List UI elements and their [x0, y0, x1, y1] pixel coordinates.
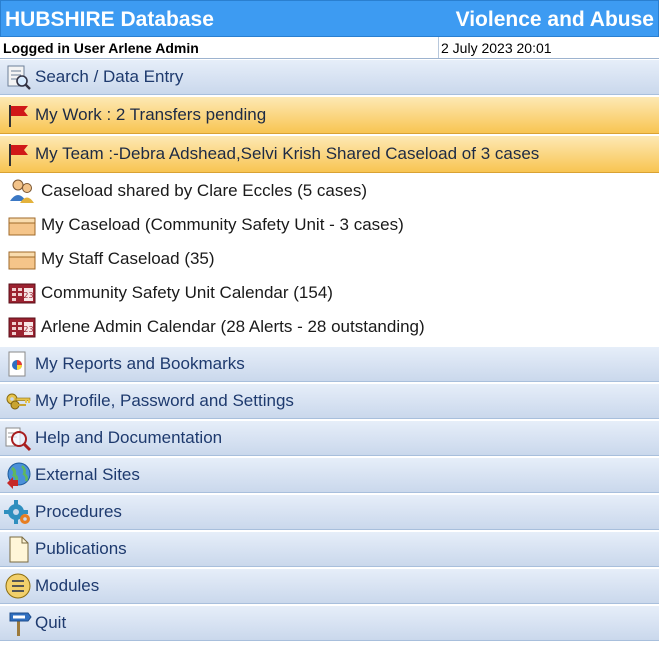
logged-in-user: Logged in User Arlene Admin — [3, 40, 199, 56]
menu-label: Procedures — [35, 502, 122, 521]
red-flag-icon — [4, 101, 32, 129]
folder-box-icon — [8, 211, 36, 239]
menu-item-profile[interactable]: My Profile, Password and Settings — [0, 383, 659, 419]
exit-sign-icon — [4, 609, 32, 637]
menu-label: Caseload shared by Clare Eccles (5 cases… — [41, 181, 367, 200]
menu-item-procedures[interactable]: Procedures — [0, 494, 659, 530]
calendar-icon: 23 — [8, 279, 36, 307]
svg-text:23: 23 — [23, 325, 33, 334]
report-chart-icon — [4, 350, 32, 378]
menu-label: My Reports and Bookmarks — [35, 354, 245, 373]
document-icon — [4, 535, 32, 563]
menu-label: Help and Documentation — [35, 428, 223, 447]
menu-label: My Caseload (Community Safety Unit - 3 c… — [41, 215, 404, 234]
caseload-item-staff-caseload[interactable]: My Staff Caseload (35) — [0, 242, 659, 276]
menu-label: Modules — [35, 576, 100, 595]
list-circle-icon — [4, 572, 32, 600]
menu-label: Arlene Admin Calendar (28 Alerts - 28 ou… — [41, 317, 425, 336]
menu-label: My Work : 2 Transfers pending — [35, 105, 267, 124]
red-flag-icon — [4, 140, 32, 168]
calendar-icon: 23 — [8, 313, 36, 341]
menu-item-modules[interactable]: Modules — [0, 568, 659, 604]
gear-icon — [4, 498, 32, 526]
menu-label: Community Safety Unit Calendar (154) — [41, 283, 333, 302]
caseload-item-unit-calendar[interactable]: 23 Community Safety Unit Calendar (154) — [0, 276, 659, 310]
folder-box-icon — [8, 245, 36, 273]
user-bar: Logged in User Arlene Admin 2 July 2023 … — [0, 37, 659, 59]
caseload-item-my-caseload[interactable]: My Caseload (Community Safety Unit - 3 c… — [0, 208, 659, 242]
menu-label: Publications — [35, 539, 127, 558]
menu-item-my-work[interactable]: My Work : 2 Transfers pending — [0, 96, 659, 134]
menu-label: My Profile, Password and Settings — [35, 391, 294, 410]
menu-item-help[interactable]: Help and Documentation — [0, 420, 659, 456]
menu-label: External Sites — [35, 465, 140, 484]
menu-label: Quit — [35, 613, 67, 632]
menu-label: My Staff Caseload (35) — [41, 249, 215, 268]
globe-icon — [4, 461, 32, 489]
shared-users-icon — [8, 177, 36, 205]
menu-label: Search / Data Entry — [35, 67, 184, 86]
svg-text:23: 23 — [23, 291, 33, 300]
menu-item-quit[interactable]: Quit — [0, 605, 659, 641]
caseload-item-shared[interactable]: Caseload shared by Clare Eccles (5 cases… — [0, 174, 659, 208]
menu-label: My Team :-Debra Adshead,Selvi Krish Shar… — [35, 144, 540, 163]
magnifier-document-icon — [4, 424, 32, 452]
divider — [438, 37, 439, 58]
app-title: HUBSHIRE Database — [5, 8, 214, 31]
current-datetime: 2 July 2023 20:01 — [441, 40, 552, 56]
module-title: Violence and Abuse — [455, 8, 654, 31]
app-header: HUBSHIRE Database Violence and Abuse — [0, 0, 659, 37]
keys-icon — [4, 387, 32, 415]
search-form-icon — [4, 63, 32, 91]
menu-item-external[interactable]: External Sites — [0, 457, 659, 493]
menu-item-publications[interactable]: Publications — [0, 531, 659, 567]
menu-item-reports[interactable]: My Reports and Bookmarks — [0, 346, 659, 382]
menu-item-my-team[interactable]: My Team :-Debra Adshead,Selvi Krish Shar… — [0, 135, 659, 173]
menu-item-search[interactable]: Search / Data Entry — [0, 59, 659, 95]
caseload-item-admin-calendar[interactable]: 23 Arlene Admin Calendar (28 Alerts - 28… — [0, 310, 659, 344]
